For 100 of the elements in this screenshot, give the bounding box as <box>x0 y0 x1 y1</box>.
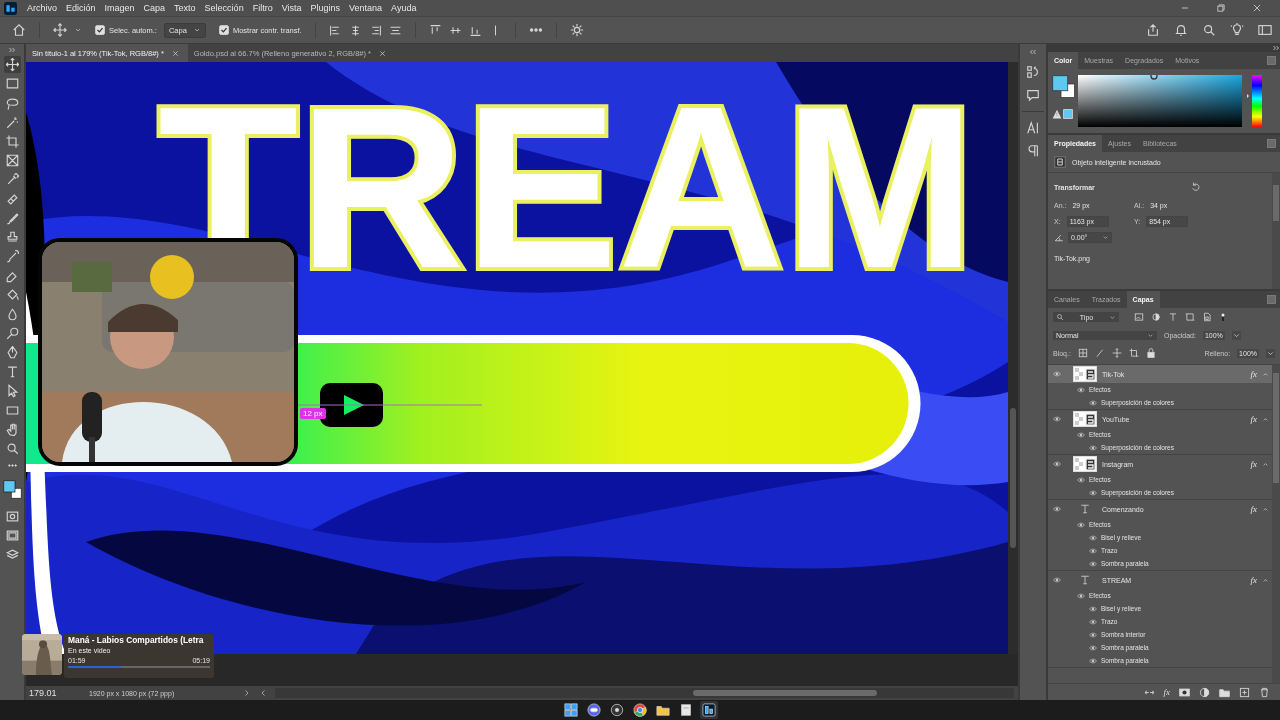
lightbulb-icon[interactable] <box>1230 23 1244 37</box>
menu-item[interactable]: Selección <box>204 3 244 13</box>
type-layer-icon <box>1080 575 1090 585</box>
eye-icon[interactable] <box>1088 533 1098 542</box>
eye-icon[interactable] <box>1076 475 1086 484</box>
menu-item[interactable]: Texto <box>174 3 196 13</box>
color-field[interactable] <box>1078 75 1242 127</box>
eye-icon[interactable] <box>1076 430 1086 439</box>
eye-icon[interactable] <box>1088 443 1098 452</box>
app-logo-icon[interactable] <box>700 701 718 719</box>
menu-item[interactable]: Vista <box>281 3 302 13</box>
artboard-icon[interactable] <box>1128 348 1139 358</box>
eye-icon[interactable] <box>1088 488 1098 497</box>
eye-icon[interactable] <box>1052 460 1062 468</box>
arrow-left-icon[interactable] <box>259 689 267 697</box>
eye-icon[interactable] <box>1076 591 1086 600</box>
eye-icon[interactable] <box>1052 576 1062 584</box>
mask-icon[interactable] <box>1179 686 1190 698</box>
adjustment-icon[interactable] <box>1199 686 1210 698</box>
toggle-icon[interactable] <box>1219 311 1227 323</box>
eye-icon[interactable] <box>1088 630 1098 639</box>
eye-icon[interactable] <box>1088 643 1098 652</box>
trash-icon[interactable] <box>1259 686 1270 698</box>
checkbox-icon[interactable] <box>218 25 229 35</box>
eye-icon[interactable] <box>1076 385 1086 394</box>
settings-icon[interactable] <box>569 23 584 37</box>
eye-icon[interactable] <box>1088 656 1098 665</box>
menu-item[interactable]: Edición <box>66 3 96 13</box>
add-style-button[interactable]: fx <box>1163 687 1170 697</box>
eye-icon[interactable] <box>1088 398 1098 407</box>
crop-icon[interactable] <box>3 132 21 150</box>
app-logo-icon[interactable] <box>4 1 17 15</box>
caret-up-icon[interactable] <box>1262 576 1269 584</box>
eye-icon[interactable] <box>1088 617 1098 626</box>
align-icon[interactable] <box>428 23 442 37</box>
caret-icon[interactable] <box>1231 330 1241 340</box>
zoom-value[interactable]: 179.01 <box>29 688 81 698</box>
type-filter-icon[interactable] <box>1168 312 1178 322</box>
scrollbar-thumb[interactable] <box>1273 185 1279 221</box>
eye-icon[interactable] <box>1088 604 1098 613</box>
move-icon[interactable] <box>3 56 21 74</box>
menu-item[interactable]: Archivo <box>27 3 57 13</box>
character-icon[interactable] <box>1026 121 1040 135</box>
restore-icon[interactable] <box>1216 3 1226 13</box>
menu-item[interactable]: Capa <box>143 3 166 13</box>
web-color-swatch-icon[interactable] <box>1063 109 1073 119</box>
caret-icon[interactable] <box>1266 348 1275 358</box>
eye-icon[interactable] <box>1088 559 1098 568</box>
menu-item[interactable]: Ayuda <box>391 3 417 13</box>
folder-icon[interactable] <box>1219 686 1230 698</box>
color-swatches-icon[interactable] <box>0 478 24 502</box>
record-icon[interactable] <box>608 701 626 719</box>
eye-icon[interactable] <box>1052 370 1062 378</box>
caret-icon[interactable] <box>74 26 82 34</box>
arrow-right-icon[interactable] <box>243 689 251 697</box>
bell-icon[interactable] <box>1174 23 1188 37</box>
chat-bubble-icon[interactable] <box>585 701 603 719</box>
menu-item[interactable]: Filtro <box>252 3 273 13</box>
home-icon[interactable] <box>12 23 26 37</box>
menu-item[interactable]: Imagen <box>104 3 135 13</box>
align-icon[interactable] <box>328 23 342 37</box>
scrollbar-thumb[interactable] <box>1273 373 1279 483</box>
comment-icon[interactable] <box>1026 88 1040 102</box>
adjustment-filter-icon[interactable] <box>1151 312 1161 322</box>
browser-icon[interactable] <box>631 701 649 719</box>
color-swatches-icon[interactable] <box>1052 75 1076 99</box>
eye-icon[interactable] <box>1076 520 1086 529</box>
eye-icon[interactable] <box>1052 415 1062 423</box>
move-icon[interactable] <box>53 23 67 37</box>
image-filter-icon[interactable] <box>1134 312 1144 322</box>
close-icon[interactable] <box>171 49 179 57</box>
shape-filter-icon[interactable] <box>1185 312 1195 322</box>
eye-icon[interactable] <box>1052 505 1062 513</box>
paragraph-icon[interactable] <box>1026 144 1040 158</box>
brush-icon[interactable] <box>1094 348 1105 358</box>
caret-icon <box>1147 331 1154 339</box>
close-icon[interactable] <box>1252 3 1262 13</box>
menu-item[interactable]: Plugins <box>310 3 341 13</box>
expand-icon[interactable] <box>1272 44 1280 52</box>
caret-up-icon[interactable] <box>1262 460 1269 468</box>
workspace-icon[interactable] <box>1258 23 1272 37</box>
close-icon[interactable] <box>379 49 387 57</box>
caret-up-icon[interactable] <box>1262 505 1269 513</box>
move-icon[interactable] <box>1111 348 1122 358</box>
history-icon[interactable] <box>1026 65 1040 79</box>
checkbox-icon[interactable] <box>95 25 105 35</box>
menu-item[interactable]: Ventana <box>349 3 383 13</box>
search-icon[interactable] <box>1202 23 1216 37</box>
effects-indicator: fx <box>1250 414 1257 424</box>
smart-filter-icon[interactable] <box>1202 312 1212 322</box>
eye-icon[interactable] <box>1088 546 1098 555</box>
share-icon[interactable] <box>1146 23 1160 37</box>
caret-up-icon[interactable] <box>1262 415 1269 423</box>
lock-pixels-icon[interactable] <box>1077 348 1088 358</box>
new-layer-icon[interactable] <box>1239 686 1250 698</box>
reset-icon[interactable] <box>1190 182 1201 192</box>
effects-indicator: fx <box>1250 369 1257 379</box>
scrollbar-thumb[interactable] <box>693 690 877 696</box>
windows-logo-icon[interactable] <box>562 701 580 719</box>
lock-icon[interactable] <box>1145 348 1156 358</box>
